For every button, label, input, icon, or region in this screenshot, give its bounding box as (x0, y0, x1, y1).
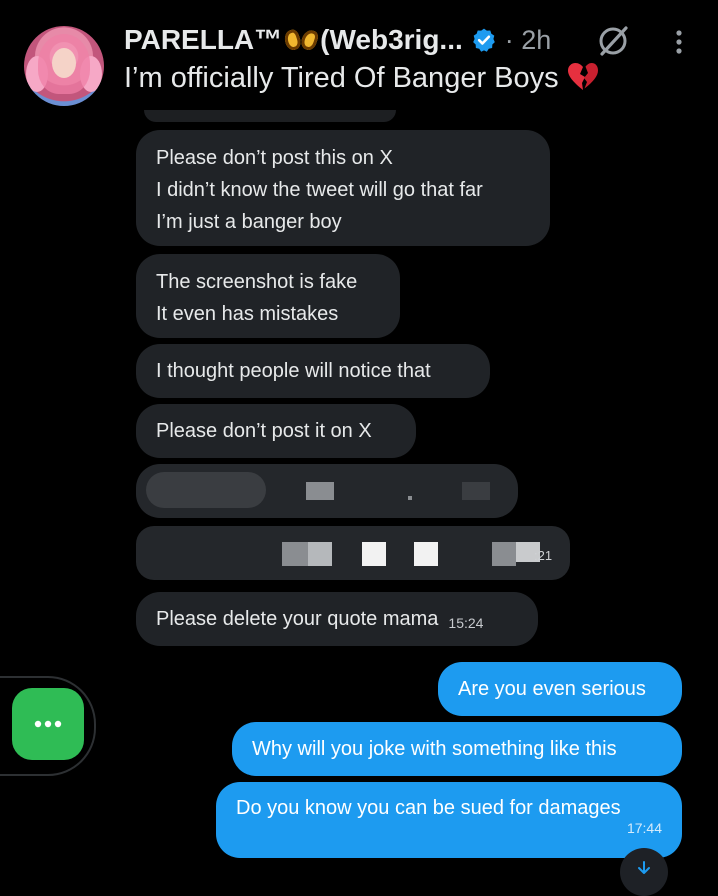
redaction-block (462, 482, 490, 500)
message-text: Are you even serious (458, 678, 646, 700)
message-time: 15:24 (448, 615, 484, 631)
dots-icon (34, 720, 62, 728)
message-line: Please don’t post it on X (156, 420, 372, 442)
redaction-block (408, 496, 412, 500)
redacted-time-fragment: :21 (534, 548, 553, 563)
author-name[interactable]: PARELLA™ (124, 24, 282, 56)
author-row: PARELLA™ (Web3rig... · 2h (124, 22, 551, 58)
message-bubble[interactable]: I thought people will notice that (136, 344, 490, 398)
redaction-block (362, 542, 386, 566)
message-text: Why will you joke with something like th… (252, 738, 617, 760)
post-text-content: I’m officially Tired Of Banger Boys (124, 62, 559, 94)
redaction-block (308, 542, 332, 566)
redaction-block (414, 542, 438, 566)
message-line: The screenshot is fake (156, 271, 358, 293)
redaction-block (306, 482, 334, 500)
redacted-message (136, 464, 518, 518)
message-text: Please delete your quote mama (156, 608, 439, 630)
message-bubble[interactable]: Do you know you can be sued for damages … (216, 782, 682, 858)
message-text: Do you know you can be sued for damages (236, 797, 621, 819)
message-bubble[interactable]: Are you even serious (438, 662, 682, 716)
avatar-face (52, 48, 76, 78)
message-line: It even has mistakes (156, 303, 339, 325)
message-bubble[interactable]: Please don’t post it on X (136, 404, 416, 458)
more-icon[interactable] (672, 28, 686, 58)
chat-area: Please don’t post this on X I didn’t kno… (0, 110, 718, 896)
previous-message-edge (144, 110, 396, 122)
redaction-block (492, 542, 516, 566)
redaction-block (146, 472, 266, 508)
grok-icon[interactable] (596, 24, 630, 58)
scroll-down-button[interactable] (620, 848, 668, 896)
message-bubble[interactable]: The screenshot is fake It even has mista… (136, 254, 400, 338)
message-bubble[interactable]: Please delete your quote mama 15:24 (136, 592, 538, 646)
message-bubble[interactable]: Why will you joke with something like th… (232, 722, 682, 776)
butterfly-icon (284, 27, 318, 53)
redaction-block (282, 542, 308, 566)
message-line: Please don’t post this on X (156, 147, 393, 169)
message-line: I’m just a banger boy (156, 211, 342, 233)
verified-icon (472, 28, 495, 52)
broken-heart-icon (567, 63, 598, 90)
post-text: I’m officially Tired Of Banger Boys (124, 62, 599, 95)
author-handle[interactable]: (Web3rig... (320, 24, 463, 56)
message-line: I didn’t know the tweet will go that far (156, 179, 483, 201)
chat-fab-button[interactable] (12, 688, 84, 760)
avatar[interactable] (24, 26, 104, 106)
message-line: I thought people will notice that (156, 360, 431, 382)
redacted-message: :21 (136, 526, 570, 580)
post-header: PARELLA™ (Web3rig... · 2h I’m officially… (0, 0, 718, 120)
message-bubble[interactable]: Please don’t post this on X I didn’t kno… (136, 130, 550, 246)
post-time[interactable]: · 2h (505, 25, 552, 56)
